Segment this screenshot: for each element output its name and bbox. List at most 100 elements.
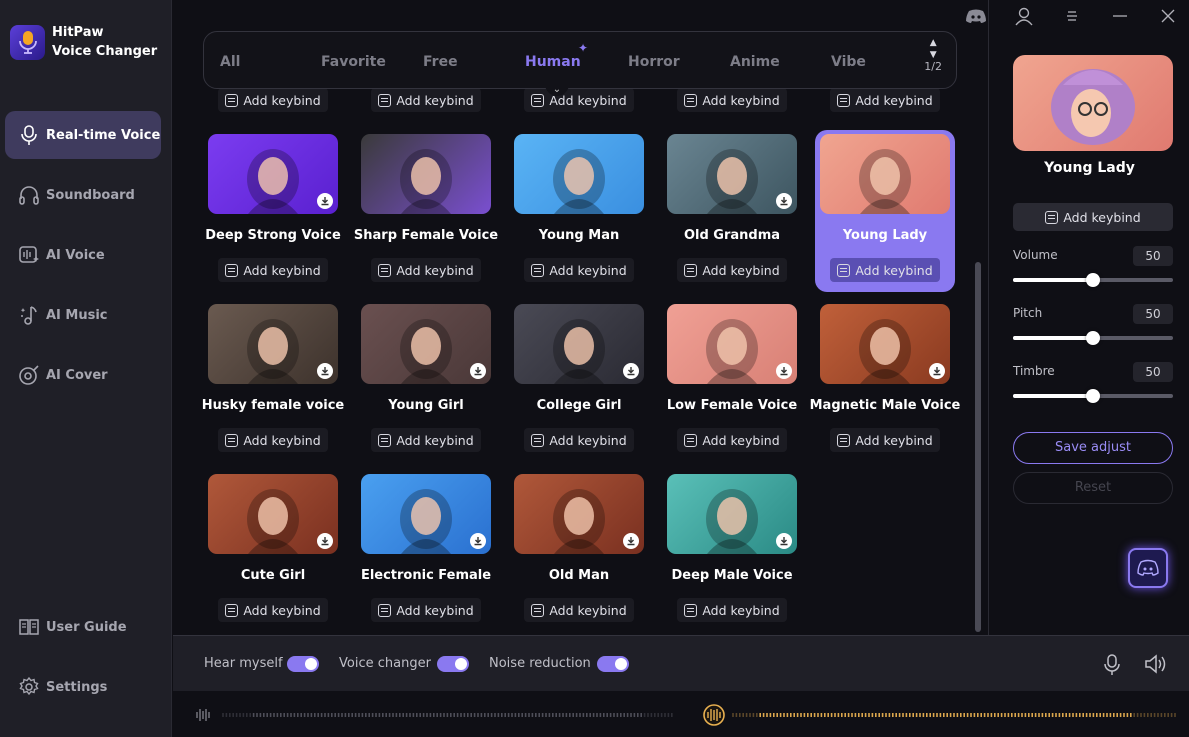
tab-favorite[interactable]: Favorite	[321, 54, 386, 70]
slider-value-timbre[interactable]: 50	[1133, 362, 1173, 382]
add-keybind-button[interactable]: Add keybind	[524, 88, 634, 112]
page-up-icon[interactable]: ▲	[924, 37, 942, 49]
add-keybind-button[interactable]: Add keybind	[677, 258, 787, 282]
download-icon[interactable]	[317, 363, 333, 379]
discord-chat-button[interactable]	[1128, 548, 1168, 588]
add-keybind-button[interactable]: Add keybind	[830, 258, 940, 282]
keybind-icon	[225, 603, 239, 617]
add-keybind-button[interactable]: Add keybind	[218, 598, 328, 622]
voice-name: Husky female voice	[201, 398, 345, 413]
add-keybind-button[interactable]: Add keybind	[524, 428, 634, 452]
voice-card[interactable]: Cute Girl Add keybind	[203, 470, 343, 632]
sidebar-item-label: AI Cover	[46, 367, 108, 383]
voice-card[interactable]: Husky female voice Add keybind	[202, 300, 344, 462]
keybind-icon	[378, 433, 392, 447]
tab-human[interactable]: Human	[525, 54, 581, 70]
voice-card[interactable]: College Girl Add keybind	[509, 300, 649, 462]
voice-card[interactable]: Low Female Voice Add keybind	[662, 300, 802, 462]
mic-icon	[21, 125, 37, 145]
category-tabs: All Favorite Free Human ✦ Horror Anime V…	[203, 31, 957, 96]
voice-card[interactable]: Magnetic Male Voice Add keybind	[810, 300, 960, 462]
microphone-icon[interactable]	[1103, 654, 1121, 680]
add-keybind-button[interactable]: Add keybind	[371, 428, 481, 452]
sidebar-item-settings[interactable]: Settings	[5, 663, 161, 711]
sidebar-item-ai-music[interactable]: AI Music	[5, 291, 161, 339]
slider-volume[interactable]	[1013, 273, 1173, 287]
slider-value-volume[interactable]: 50	[1133, 246, 1173, 266]
minimize-icon[interactable]	[1110, 6, 1130, 26]
download-icon[interactable]	[470, 363, 486, 379]
download-icon[interactable]	[776, 533, 792, 549]
add-keybind-button[interactable]: Add keybind	[830, 428, 940, 452]
user-icon[interactable]	[1014, 6, 1034, 26]
download-icon[interactable]	[317, 533, 333, 549]
voice-card[interactable]: Electronic Female Add keybind	[356, 470, 496, 632]
add-keybind-button[interactable]: Add keybind	[218, 88, 328, 112]
slider-thumb[interactable]	[1086, 331, 1100, 345]
download-icon[interactable]	[929, 363, 945, 379]
panel-add-keybind-button[interactable]: Add keybind	[1013, 203, 1173, 231]
voice-card[interactable]: Old Grandma Add keybind	[662, 130, 802, 292]
add-keybind-button[interactable]: Add keybind	[524, 598, 634, 622]
tab-horror[interactable]: Horror	[628, 54, 680, 70]
keybind-icon	[837, 263, 851, 277]
add-keybind-button[interactable]: Add keybind	[524, 258, 634, 282]
download-icon[interactable]	[623, 533, 639, 549]
slider-value-pitch[interactable]: 50	[1133, 304, 1173, 324]
save-adjust-button[interactable]: Save adjust	[1013, 432, 1173, 464]
voice-card[interactable]: Old Man Add keybind	[509, 470, 649, 632]
add-keybind-button[interactable]: Add keybind	[677, 88, 787, 112]
headphones-icon	[19, 186, 39, 205]
sidebar-item-soundboard[interactable]: Soundboard	[5, 171, 161, 219]
close-icon[interactable]	[1158, 6, 1178, 26]
voice-changer-toggle[interactable]	[437, 656, 469, 672]
add-keybind-button[interactable]: Add keybind	[830, 88, 940, 112]
voice-name: Cute Girl	[240, 568, 306, 583]
download-icon[interactable]	[623, 363, 639, 379]
voice-card[interactable]: Young Lady Add keybind	[815, 130, 955, 292]
slider-thumb[interactable]	[1086, 273, 1100, 287]
hear-myself-toggle[interactable]	[287, 656, 319, 672]
voice-card[interactable]: Young Man Add keybind	[509, 130, 649, 292]
keybind-icon	[684, 433, 698, 447]
sidebar-item-ai-cover[interactable]: AI Cover	[5, 351, 161, 399]
tab-vibe[interactable]: Vibe	[831, 54, 866, 70]
add-keybind-button[interactable]: Add keybind	[371, 88, 481, 112]
voice-card[interactable]: Deep Male Voice Add keybind	[662, 470, 802, 632]
sidebar-item-label: Soundboard	[46, 187, 135, 203]
tab-all[interactable]: All	[220, 54, 240, 70]
download-icon[interactable]	[776, 363, 792, 379]
voice-changer-label: Voice changer	[339, 656, 431, 671]
add-keybind-button[interactable]: Add keybind	[677, 428, 787, 452]
discord-icon	[1137, 559, 1159, 576]
scrollbar[interactable]	[975, 262, 981, 632]
noise-reduction-toggle[interactable]	[597, 656, 629, 672]
tab-free[interactable]: Free	[423, 54, 458, 70]
add-keybind-button[interactable]: Add keybind	[218, 428, 328, 452]
speaker-icon[interactable]	[1144, 654, 1168, 678]
add-keybind-button[interactable]: Add keybind	[371, 258, 481, 282]
selected-voice-image	[1013, 55, 1173, 151]
voice-card[interactable]: Deep Strong Voice Add keybind	[203, 130, 343, 292]
slider-pitch[interactable]	[1013, 331, 1173, 345]
download-icon[interactable]	[470, 533, 486, 549]
slider-timbre[interactable]	[1013, 389, 1173, 403]
sidebar-item-ai-voice[interactable]: AI Voice	[5, 231, 161, 279]
download-icon[interactable]	[776, 193, 792, 209]
voice-name: Electronic Female	[360, 568, 492, 583]
voice-card[interactable]: Young Girl Add keybind	[356, 300, 496, 462]
add-keybind-button[interactable]: Add keybind	[218, 258, 328, 282]
download-icon[interactable]	[317, 193, 333, 209]
tab-anime[interactable]: Anime	[730, 54, 780, 70]
voice-card[interactable]: Sharp Female Voice Add keybind	[354, 130, 498, 292]
slider-thumb[interactable]	[1086, 389, 1100, 403]
sidebar-item-user-guide[interactable]: User Guide	[5, 603, 161, 651]
add-keybind-button[interactable]: Add keybind	[371, 598, 481, 622]
voice-thumbnail	[361, 134, 491, 214]
menu-icon[interactable]	[1062, 6, 1082, 26]
reset-button[interactable]: Reset	[1013, 472, 1173, 504]
add-keybind-label: Add keybind	[855, 432, 933, 448]
add-keybind-button[interactable]: Add keybind	[677, 598, 787, 622]
discord-icon[interactable]	[966, 6, 986, 26]
sidebar-item-real-time-voice[interactable]: Real-time Voice	[5, 111, 161, 159]
